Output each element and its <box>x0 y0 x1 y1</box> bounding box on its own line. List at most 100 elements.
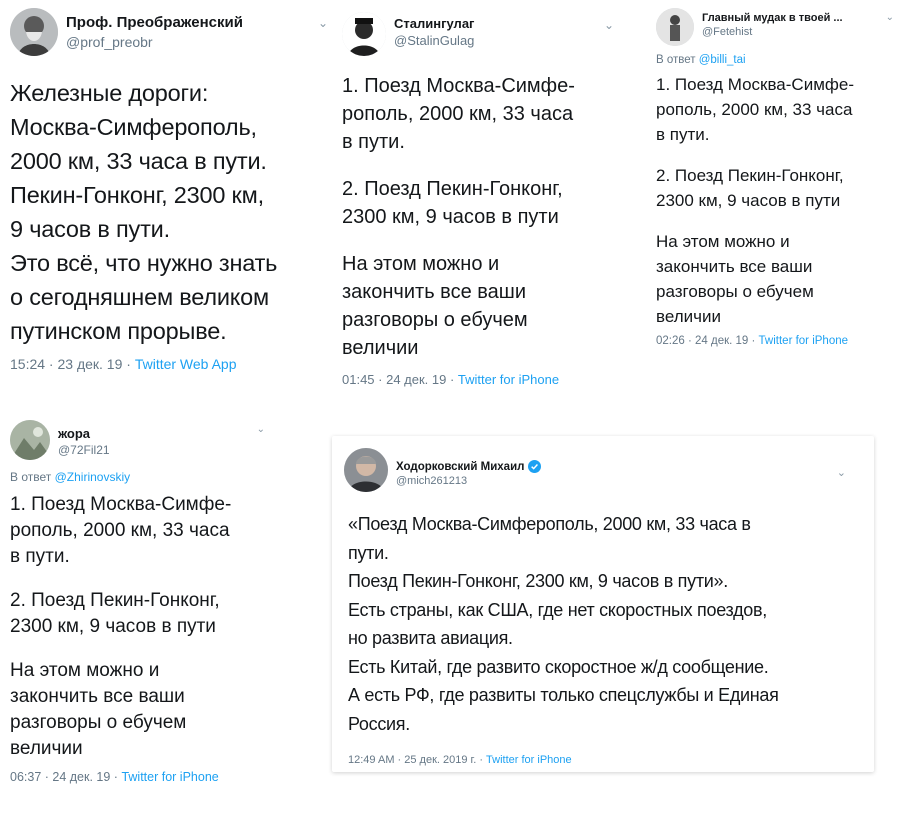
tweet-text-line: Пекин-Гонконг, 2300 км, <box>10 182 264 208</box>
tweet-source-link[interactable]: Twitter for iPhone <box>759 335 848 347</box>
tweet-text-line: Железные дороги: <box>10 80 209 106</box>
tweet-text-line: 1. Поезд Москва-Симфе- <box>656 75 854 94</box>
tweet-card[interactable]: Проф. Преображенский @prof_preobr ⌄ Желе… <box>10 8 332 388</box>
tweet-text-line: 2. Поезд Пекин-Гонконг, <box>10 590 220 612</box>
photo-avatar[interactable] <box>10 420 50 460</box>
tweet-card[interactable]: Сталингулаг @StalinGulag ⌄ 1. Поезд Моск… <box>342 12 624 422</box>
tweet-text-line: Есть Китай, где развито скоростное ж/д с… <box>348 656 769 677</box>
tweet-text-line: закончить все ваши <box>342 281 526 303</box>
tweet-text-line: 2. Поезд Пекин-Гонконг, <box>342 178 563 200</box>
tweet-text-line: 2. Поезд Пекин-Гонконг, <box>656 166 844 186</box>
tweet-meta: 12:49 AM · 25 дек. 2019 г. · Twitter for… <box>344 754 862 766</box>
tweet-text-line: Есть страны, как США, где нет скоростных… <box>348 599 767 620</box>
man-portrait-avatar[interactable] <box>344 448 388 492</box>
tweet-source-link[interactable]: Twitter Web App <box>135 356 237 372</box>
author-name[interactable]: Проф. Преображенский <box>66 14 243 31</box>
tweet-text-line: На этом можно и <box>342 253 500 275</box>
figure-avatar[interactable] <box>656 8 694 46</box>
tweet-header: жора @72Fil21 ⌄ <box>10 420 275 460</box>
tweet-text-line: разговоры о ебучем <box>342 309 528 331</box>
tweet-meta: 06:37 · 24 дек. 19 · Twitter for iPhone <box>10 770 275 784</box>
author-name[interactable]: жора <box>58 426 110 441</box>
tweet-body: 1. Поезд Москва-Симфе-рополь, 2000 км, 3… <box>656 72 906 329</box>
tweet-text-line: рополь, 2000 км, 33 часа <box>10 520 230 541</box>
chevron-down-icon[interactable]: ⌄ <box>257 424 265 435</box>
tweet-meta: 02:26 · 24 дек. 19 · Twitter for iPhone <box>656 335 906 347</box>
author-name[interactable]: Ходорковский Михаил <box>396 460 542 473</box>
reply-prefix: В ответ <box>656 54 699 66</box>
tweet-text-line: но развита авиация. <box>348 628 513 648</box>
tweet-timestamp[interactable]: 01:45 · 24 дек. 19 · <box>342 372 458 387</box>
tweet-body: Железные дороги: Москва-Симферополь, 2000 … <box>10 76 332 348</box>
tweet-card[interactable]: Ходорковский Михаил @mich261213 ⌄ «Поезд… <box>332 436 874 772</box>
tweet-text-line: Это всё, что нужно знать <box>10 250 278 276</box>
tweet-text-line: Москва-Симферополь, <box>10 114 257 140</box>
tweet-text-line: Поезд Пекин-Гонконг, 2300 км, 9 часов в … <box>348 571 728 591</box>
tweet-card[interactable]: Главный мудак в твоей ... @Fetehist ⌄ В … <box>656 8 906 390</box>
tweet-text-line: разговоры о ебучем <box>10 712 187 734</box>
tweet-text-line: 2300 км, 9 часов в пути <box>342 206 559 228</box>
author-handle[interactable]: @StalinGulag <box>394 33 474 48</box>
tweet-text-line: 2300 км, 9 часов в пути <box>656 191 841 211</box>
tweet-text-line: величии <box>342 337 419 359</box>
tweet-text-line: 1. Поезд Москва-Симфе- <box>342 75 575 97</box>
tweet-timestamp[interactable]: 12:49 AM · 25 дек. 2019 г. · <box>348 754 486 766</box>
tweet-body: «Поезд Москва-Симферополь, 2000 км, 33 ч… <box>344 510 862 738</box>
tweet-header: Сталингулаг @StalinGulag ⌄ <box>342 12 624 56</box>
tweet-header: Ходорковский Михаил @mich261213 ⌄ <box>344 448 862 492</box>
tweet-text-line: На этом можно и <box>10 660 160 682</box>
author-name-text: Ходорковский Михаил <box>396 460 525 473</box>
chevron-down-icon[interactable]: ⌄ <box>604 18 614 32</box>
tweet-text-line: 2300 км, 9 часов в пути <box>10 616 216 638</box>
tweet-text-line: 1. Поезд Москва-Симфе- <box>10 494 232 515</box>
tweet-source-link[interactable]: Twitter for iPhone <box>458 372 559 387</box>
tweet-text-line: «Поезд Москва-Симферополь, 2000 км, 33 ч… <box>348 514 751 534</box>
professor-portrait-avatar[interactable] <box>10 8 58 56</box>
tweet-card[interactable]: жора @72Fil21 ⌄ В ответ @Zhirinovskiy 1.… <box>10 420 275 828</box>
tweet-text-line: закончить все ваши <box>10 686 185 708</box>
reply-context: В ответ @billi_tai <box>656 54 906 66</box>
chevron-down-icon[interactable]: ⌄ <box>837 466 846 479</box>
author-handle[interactable]: @72Fil21 <box>58 443 110 457</box>
reply-to-handle[interactable]: @billi_tai <box>699 54 746 66</box>
author-handle[interactable]: @Fetehist <box>702 26 843 38</box>
tweet-text-line: о сегодняшнем великом <box>10 284 269 310</box>
tweet-text-line: в пути. <box>342 131 405 153</box>
tweet-text-line: На этом можно и <box>656 232 790 252</box>
tweet-text-line: величии <box>10 738 83 760</box>
tweet-source-link[interactable]: Twitter for iPhone <box>121 770 218 784</box>
author-handle[interactable]: @prof_preobr <box>66 34 243 50</box>
tweet-header: Главный мудак в твоей ... @Fetehist ⌄ <box>656 8 906 46</box>
chevron-down-icon[interactable]: ⌄ <box>318 16 328 30</box>
tweet-text-line: рополь, 2000 км, 33 часа <box>342 103 574 125</box>
chevron-down-icon[interactable]: ⌄ <box>886 12 894 23</box>
reply-to-handle[interactable]: @Zhirinovskiy <box>55 470 131 484</box>
tweet-text-line: величии <box>656 307 721 327</box>
tweet-timestamp[interactable]: 15:24 · 23 дек. 19 · <box>10 356 135 372</box>
author-handle[interactable]: @mich261213 <box>396 475 541 487</box>
tweet-text-line: 9 часов в пути. <box>10 216 170 242</box>
stalin-portrait-avatar[interactable] <box>342 12 386 56</box>
author-name[interactable]: Главный мудак в твоей ... <box>702 12 843 24</box>
reply-context: В ответ @Zhirinovskiy <box>10 470 275 484</box>
tweet-source-link[interactable]: Twitter for iPhone <box>486 754 572 766</box>
tweet-text-line: А есть РФ, где развиты только спецслужбы… <box>348 685 779 705</box>
tweet-timestamp[interactable]: 02:26 · 24 дек. 19 · <box>656 335 759 347</box>
tweet-text-line: закончить все ваши <box>656 257 813 277</box>
tweet-meta: 15:24 · 23 дек. 19 · Twitter Web App <box>10 356 332 372</box>
tweet-body: 1. Поезд Москва-Симфе-рополь, 2000 км, 3… <box>342 72 624 362</box>
tweet-text-line: путинском прорыве. <box>10 318 227 344</box>
tweet-body: 1. Поезд Москва-Симфе-рополь, 2000 км, 3… <box>10 492 275 762</box>
author-name[interactable]: Сталингулаг <box>394 16 474 31</box>
tweet-text-line: в пути. <box>656 125 710 144</box>
tweet-timestamp[interactable]: 06:37 · 24 дек. 19 · <box>10 770 121 784</box>
tweet-text-line: разговоры о ебучем <box>656 282 814 302</box>
tweet-header: Проф. Преображенский @prof_preobr ⌄ <box>10 8 332 56</box>
tweet-text-line: Россия. <box>348 713 410 734</box>
tweet-meta: 01:45 · 24 дек. 19 · Twitter for iPhone <box>342 372 624 387</box>
tweet-text-line: 2000 км, 33 часа в пути. <box>10 148 267 174</box>
